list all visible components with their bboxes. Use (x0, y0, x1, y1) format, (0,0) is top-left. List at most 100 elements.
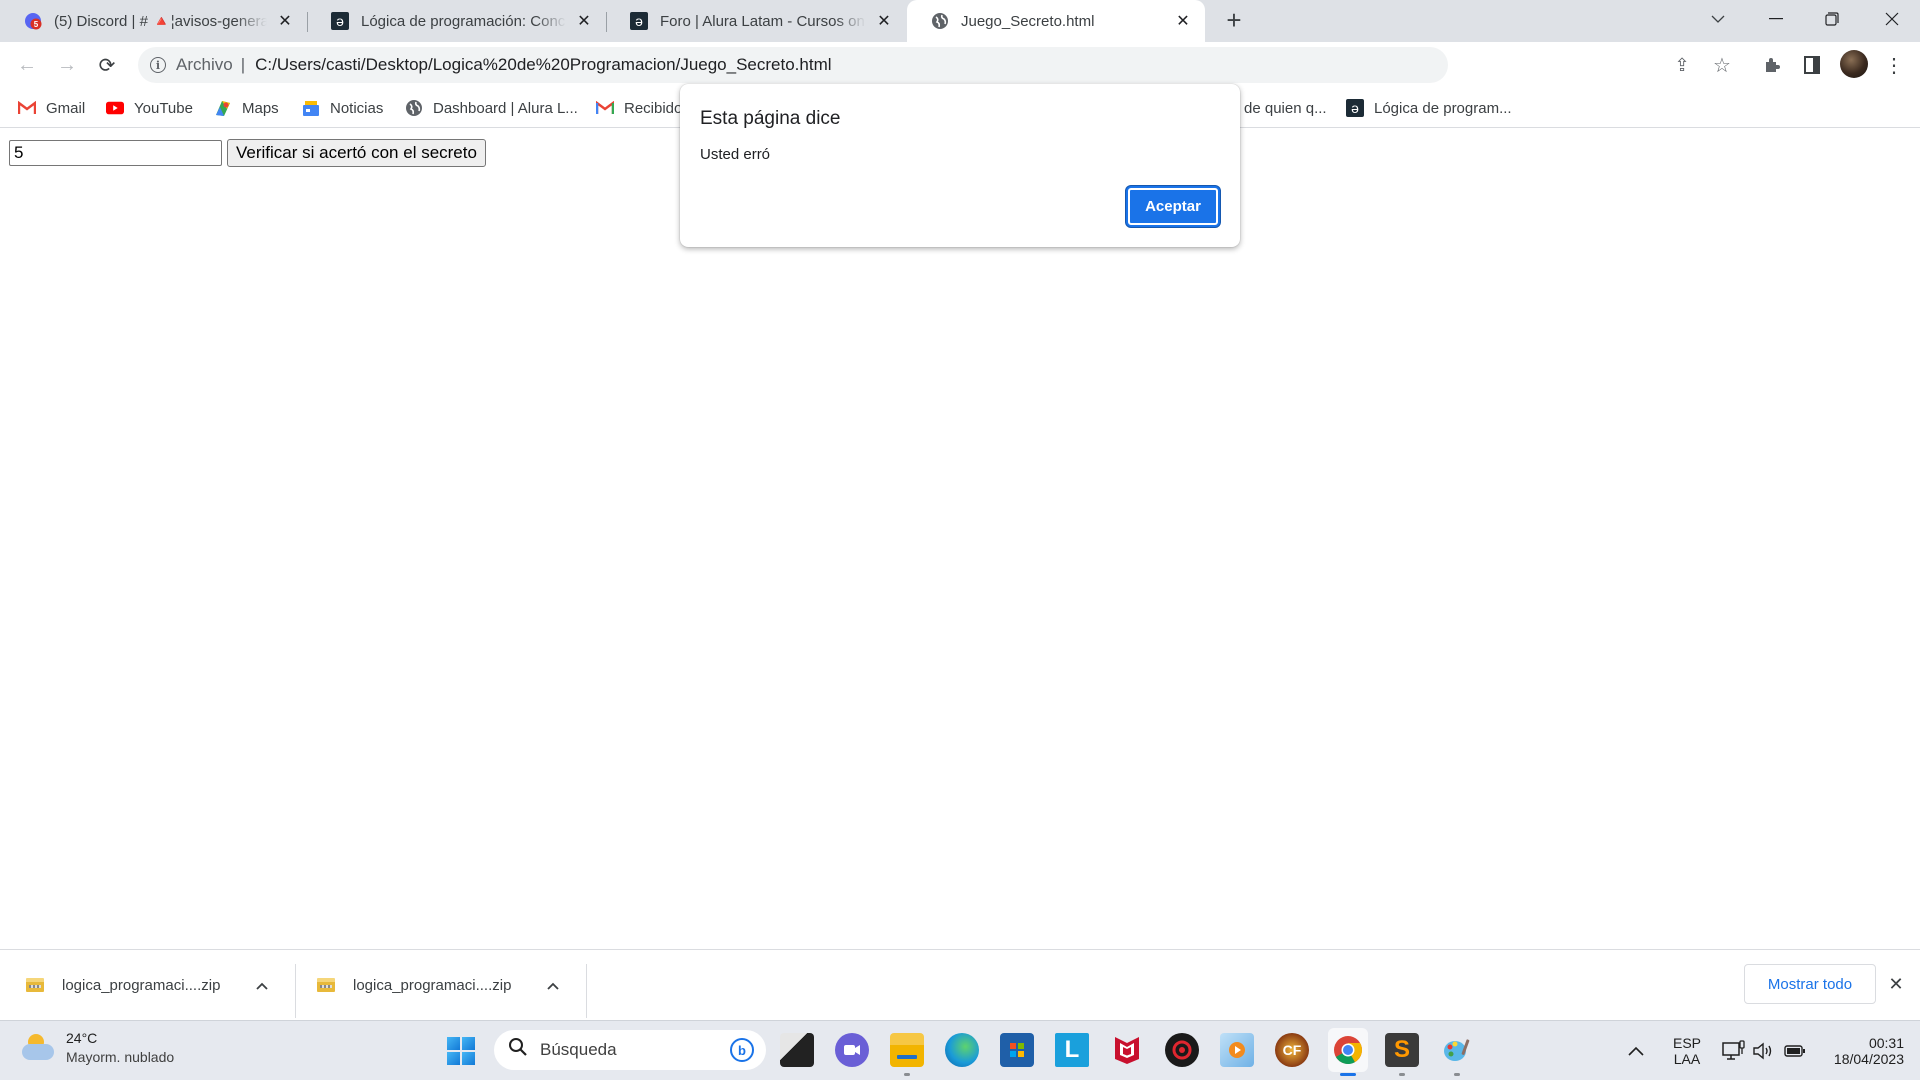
file-explorer-icon[interactable] (890, 1033, 924, 1067)
tab-foro[interactable]: ə Foro | Alura Latam - Cursos online ✕ (606, 0, 906, 42)
sublime-text-icon[interactable]: S (1385, 1033, 1419, 1067)
bookmark-label: Lógica de program... (1374, 99, 1512, 117)
start-button[interactable] (447, 1037, 475, 1065)
crossfire-icon[interactable]: CF (1275, 1033, 1309, 1067)
share-icon[interactable]: ⇪ (1668, 51, 1696, 79)
bookmark-label: Dashboard | Alura L... (433, 99, 578, 117)
tab-logica[interactable]: ə Lógica de programación: Conceptos ✕ (307, 0, 606, 42)
active-app-indicator (1340, 1073, 1356, 1076)
network-icon[interactable] (1722, 1021, 1746, 1081)
running-indicator (1399, 1073, 1405, 1076)
alura-icon: ə (1346, 99, 1364, 117)
download-item[interactable]: logica_programaci....zip (26, 950, 269, 1020)
download-filename: logica_programaci....zip (62, 976, 221, 994)
forward-button[interactable]: → (52, 50, 82, 80)
clock-date: 18/04/2023 (1833, 1051, 1904, 1067)
bookmark-dashboard-alura[interactable]: Dashboard | Alura L... (405, 88, 578, 128)
bookmark-star-icon[interactable]: ☆ (1708, 51, 1736, 79)
zip-folder-icon (26, 978, 44, 992)
edge-icon[interactable] (945, 1033, 979, 1067)
tab-title: Foro | Alura Latam - Cursos online (660, 12, 866, 30)
url-text[interactable]: C:/Users/casti/Desktop/Logica%20de%20Pro… (255, 55, 831, 75)
download-filename: logica_programaci....zip (353, 976, 512, 994)
search-icon (508, 1037, 528, 1063)
clock[interactable]: 00:31 18/04/2023 (1820, 1021, 1904, 1081)
accept-button[interactable]: Aceptar (1126, 186, 1220, 227)
chevron-up-icon[interactable] (256, 977, 269, 993)
show-hidden-icons-button[interactable] (1628, 1021, 1644, 1081)
bookmark-label: YouTube (134, 99, 193, 117)
alura-icon: ə (331, 12, 349, 30)
partly-cloudy-icon (20, 1032, 56, 1064)
reload-button[interactable]: ⟳ (92, 50, 122, 80)
dialog-message: Usted erró (700, 146, 771, 163)
page-content: Verificar si acertó con el secreto (0, 129, 1920, 949)
tab-juego-secreto[interactable]: Juego_Secreto.html ✕ (907, 0, 1205, 42)
download-item[interactable]: logica_programaci....zip (317, 950, 560, 1020)
bing-icon[interactable]: b (730, 1038, 754, 1062)
verify-button[interactable]: Verificar si acertó con el secreto (227, 139, 486, 167)
bookmark-maps[interactable]: Maps (214, 88, 279, 128)
media-player-icon[interactable] (1220, 1033, 1254, 1067)
svg-text:ə: ə (635, 13, 643, 29)
address-bar[interactable]: i Archivo | C:/Users/casti/Desktop/Logic… (138, 47, 1448, 83)
tab-close-icon[interactable]: ✕ (275, 11, 295, 31)
battery-icon[interactable] (1784, 1021, 1806, 1081)
chrome-icon[interactable] (1328, 1028, 1368, 1072)
back-button[interactable]: ← (12, 50, 42, 80)
bookmark-de-quien[interactable]: de quien q... (1244, 88, 1327, 128)
bookmark-recibidos[interactable]: Recibidos (596, 88, 690, 128)
menu-kebab-icon[interactable]: ⋮ (1880, 51, 1908, 79)
tab-discord[interactable]: 5 (5) Discord | # 🔺¦avisos-generales ✕ (0, 0, 307, 42)
guess-input[interactable] (9, 140, 222, 166)
alura-icon: ə (630, 12, 648, 30)
globe-icon (405, 99, 423, 117)
tab-strip: 5 (5) Discord | # 🔺¦avisos-generales ✕ ə… (0, 0, 1920, 42)
bookmark-logica-program[interactable]: ə Lógica de program... (1346, 88, 1512, 128)
extensions-puzzle-icon[interactable] (1758, 51, 1786, 79)
tab-search-chevron-icon[interactable] (1690, 0, 1746, 38)
restore-button[interactable] (1804, 0, 1860, 38)
volume-icon[interactable] (1752, 1021, 1774, 1081)
chevron-up-icon[interactable] (547, 977, 560, 993)
minimize-button[interactable] (1748, 0, 1804, 38)
driver-booster-icon[interactable] (1165, 1033, 1199, 1067)
bookmark-label: Gmail (46, 99, 86, 117)
microsoft-store-icon[interactable] (1000, 1033, 1034, 1067)
maps-icon (214, 99, 232, 117)
tab-close-icon[interactable]: ✕ (1173, 11, 1193, 31)
bookmark-noticias[interactable]: Noticias (302, 88, 383, 128)
teams-chat-icon[interactable] (835, 1033, 869, 1067)
side-panel-icon[interactable] (1798, 51, 1826, 79)
show-all-downloads-button[interactable]: Mostrar todo (1744, 964, 1876, 1004)
tab-close-icon[interactable]: ✕ (874, 11, 894, 31)
search-placeholder: Búsqueda (540, 1040, 617, 1059)
windows-taskbar: 24°C Mayorm. nublado Búsqueda b L CF S E… (0, 1020, 1920, 1080)
running-indicator (904, 1073, 910, 1076)
taskbar-search[interactable]: Búsqueda b (494, 1030, 766, 1070)
l-app-icon[interactable]: L (1055, 1033, 1089, 1067)
clock-time: 00:31 (1868, 1035, 1904, 1051)
paint-icon[interactable] (1440, 1033, 1474, 1067)
tab-title: Lógica de programación: Conceptos (361, 12, 566, 30)
download-separator (295, 964, 296, 1018)
bookmark-label: de quien q... (1244, 99, 1327, 117)
tab-title: Juego_Secreto.html (961, 12, 1095, 30)
scheme-label: Archivo (176, 55, 233, 74)
weather-widget[interactable]: 24°C Mayorm. nublado (20, 1029, 174, 1067)
svg-text:5: 5 (34, 20, 39, 29)
mcafee-icon[interactable] (1110, 1033, 1144, 1067)
profile-avatar[interactable] (1840, 50, 1868, 78)
bookmark-gmail[interactable]: Gmail (18, 88, 85, 128)
site-info-icon[interactable]: i (150, 57, 166, 73)
download-shelf: logica_programaci....zip logica_programa… (0, 949, 1920, 1020)
tab-close-icon[interactable]: ✕ (574, 11, 594, 31)
running-indicator (1454, 1073, 1460, 1076)
browser-toolbar: ← → ⟳ i Archivo | C:/Users/casti/Desktop… (0, 42, 1920, 88)
close-download-shelf-icon[interactable]: ✕ (1884, 972, 1908, 996)
task-view-icon[interactable] (780, 1033, 814, 1067)
close-window-button[interactable] (1864, 0, 1920, 38)
bookmark-youtube[interactable]: YouTube (106, 88, 193, 128)
input-language[interactable]: ESP LAA (1672, 1021, 1702, 1081)
new-tab-button[interactable]: + (1220, 7, 1248, 35)
